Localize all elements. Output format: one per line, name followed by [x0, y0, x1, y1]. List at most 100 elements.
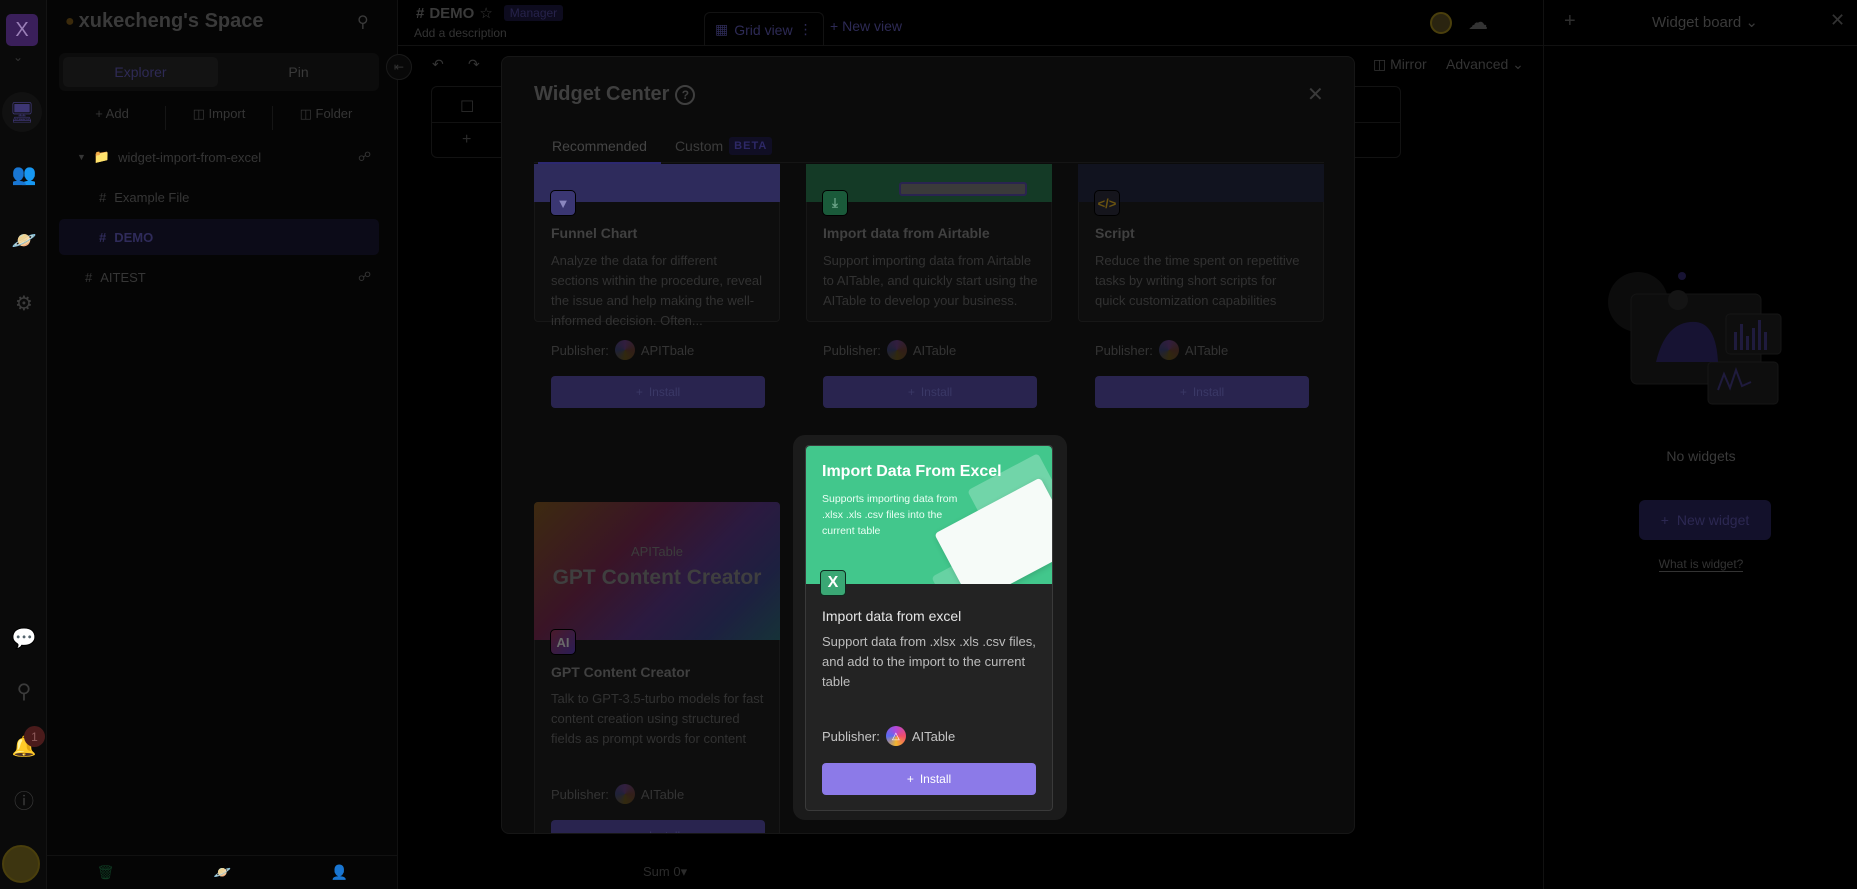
select-all-checkbox[interactable]: ☐: [460, 97, 474, 117]
install-button[interactable]: + Install: [823, 376, 1037, 408]
card-description: Support data from .xlsx .xls .csv files,…: [822, 634, 1036, 689]
banner-subtitle: Supports importing data from .xlsx .xls …: [822, 493, 958, 537]
search-icon[interactable]: ⚲: [8, 675, 40, 707]
user-avatar[interactable]: [2, 845, 40, 883]
close-icon[interactable]: ✕: [1830, 10, 1845, 31]
trash-icon[interactable]: 🗑: [47, 856, 164, 889]
sidebar-actions: + Add ◫ Import ◫ Folder: [59, 106, 379, 130]
space-title: ● xukecheng's Space: [65, 10, 264, 32]
code-icon: </>: [1094, 190, 1120, 216]
cloud-sync-icon: ☁: [1468, 12, 1488, 34]
space-logo[interactable]: X: [6, 14, 38, 46]
description-field[interactable]: Add a description: [414, 26, 507, 40]
import-button[interactable]: ◫ Import: [166, 106, 273, 130]
card-title: Funnel Chart: [551, 225, 638, 241]
banner-title: Import Data From Excel: [822, 463, 1002, 480]
widget-card[interactable]: </> Script Reduce the time spent on repe…: [1078, 164, 1324, 408]
sidebar-tabs: Explorer Pin: [59, 53, 379, 91]
import-icon: ◫: [192, 106, 209, 121]
sum-stat[interactable]: Sum 0▾: [643, 864, 687, 880]
search-icon[interactable]: ⚲: [357, 12, 369, 32]
funnel-icon: ▼: [550, 190, 576, 216]
grid-icon: ▦: [715, 21, 729, 37]
datasheet-icon: #: [99, 189, 107, 205]
datasheet-title: # DEMO ☆ Manager: [416, 4, 564, 22]
redo-icon[interactable]: ↷: [468, 56, 480, 73]
widget-card[interactable]: ⤓ Import data from Airtable Support impo…: [806, 164, 1052, 408]
tab-grid-view[interactable]: ▦ Grid view ⋮: [704, 12, 824, 46]
add-button[interactable]: + Add: [59, 106, 166, 130]
close-modal-button[interactable]: ✕: [1307, 82, 1324, 107]
contacts-icon[interactable]: 👥: [8, 158, 40, 190]
empty-widget-illustration: [1608, 272, 1782, 405]
tree-item[interactable]: # Example File: [59, 179, 379, 215]
mirror-button[interactable]: ◫ Mirror: [1373, 56, 1427, 73]
install-button[interactable]: + Install: [551, 376, 765, 408]
folder-add-icon: ◫: [299, 106, 316, 121]
invite-member-icon[interactable]: 👤: [281, 856, 398, 889]
notification-badge: 1: [24, 726, 45, 747]
collaborator-avatar[interactable]: [1430, 12, 1452, 34]
share-icon[interactable]: ☍: [358, 269, 371, 285]
widget-board-header: + Widget board ⌄ ✕: [1544, 0, 1857, 46]
datasheet-icon: #: [416, 4, 425, 22]
datasheet-icon: #: [99, 229, 107, 245]
tree-item-active[interactable]: # DEMO: [59, 219, 379, 255]
widget-card-import-excel[interactable]: Import Data From Excel Supports importin…: [805, 445, 1053, 811]
more-icon[interactable]: ⋮: [799, 21, 813, 38]
chat-icon[interactable]: 💬: [8, 622, 40, 654]
new-view-button[interactable]: + New view: [830, 18, 902, 34]
tab-explorer[interactable]: Explorer: [63, 57, 218, 87]
what-is-widget-link[interactable]: What is widget?: [1544, 557, 1857, 572]
datasheet-header: # DEMO ☆ Manager Add a description ▦ Gri…: [398, 0, 1543, 46]
card-description: Analyze the data for different sections …: [551, 253, 763, 328]
card-description: Talk to GPT-3.5-turbo models for fast co…: [551, 691, 764, 746]
publisher-logo: [614, 784, 635, 804]
star-icon[interactable]: ☆: [479, 4, 492, 22]
help-icon[interactable]: ⓘ: [8, 783, 40, 815]
install-button[interactable]: + Install: [551, 820, 765, 833]
card-title: GPT Content Creator: [551, 664, 691, 680]
card-banner: Import Data From Excel Supports importin…: [806, 446, 1052, 584]
undo-icon[interactable]: ↶: [432, 56, 444, 73]
modal-tabs: Recommended Custom BETA: [534, 129, 1324, 164]
widget-board-title[interactable]: Widget board ⌄: [1652, 13, 1758, 31]
ai-icon: AI: [550, 629, 576, 655]
caret-down-icon[interactable]: ▼: [77, 152, 86, 162]
advanced-button[interactable]: Advanced ⌄: [1446, 56, 1524, 73]
settings-icon[interactable]: ⚙: [8, 287, 40, 319]
tab-pin[interactable]: Pin: [221, 57, 376, 87]
explore-icon[interactable]: 🪐: [8, 224, 40, 256]
tree-item[interactable]: # AITEST ☍: [59, 259, 379, 295]
tab-recommended[interactable]: Recommended: [538, 129, 661, 164]
template-icon[interactable]: 🪐: [164, 856, 281, 889]
workbench-icon[interactable]: 🖥: [2, 92, 42, 132]
new-widget-button[interactable]: + New widget: [1639, 500, 1771, 540]
card-publisher: Publisher: AITable: [1095, 340, 1228, 360]
plus-icon: +: [462, 131, 472, 148]
help-icon[interactable]: ?: [675, 84, 696, 105]
left-rail: X ⌄ 🖥 👥 🪐 ⚙ 💬 ⚲ 🔔 1 ⓘ: [0, 0, 47, 889]
card-title: Script: [1095, 225, 1135, 241]
chevron-down-icon[interactable]: ⌄: [13, 50, 23, 64]
widget-card[interactable]: ▼ Funnel Chart Analyze the data for diff…: [534, 164, 780, 408]
add-widget-icon[interactable]: +: [1564, 10, 1576, 33]
modal-title: Widget Center ?: [534, 83, 696, 106]
card-title: Import data from Airtable: [823, 225, 990, 241]
share-icon[interactable]: ☍: [358, 149, 371, 165]
publisher-logo: [614, 340, 635, 360]
tab-custom[interactable]: Custom BETA: [675, 129, 773, 163]
download-icon: ⤓: [822, 190, 848, 216]
install-button[interactable]: + Install: [822, 763, 1036, 795]
aitable-logo-icon: △: [885, 726, 906, 746]
excel-icon: X: [820, 570, 846, 596]
role-badge: Manager: [503, 5, 564, 21]
widget-card[interactable]: APITable GPT Content Creator AI GPT Cont…: [534, 502, 780, 833]
folder-icon: 📁: [93, 149, 111, 164]
folder-button[interactable]: ◫ Folder: [273, 106, 379, 130]
card-title: Import data from excel: [822, 608, 962, 624]
tree-folder[interactable]: ▼ 📁 widget-import-from-excel ☍: [59, 139, 379, 175]
card-description: Reduce the time spent on repetitive task…: [1095, 253, 1300, 308]
empty-state-text: No widgets: [1666, 448, 1736, 464]
install-button[interactable]: + Install: [1095, 376, 1309, 408]
